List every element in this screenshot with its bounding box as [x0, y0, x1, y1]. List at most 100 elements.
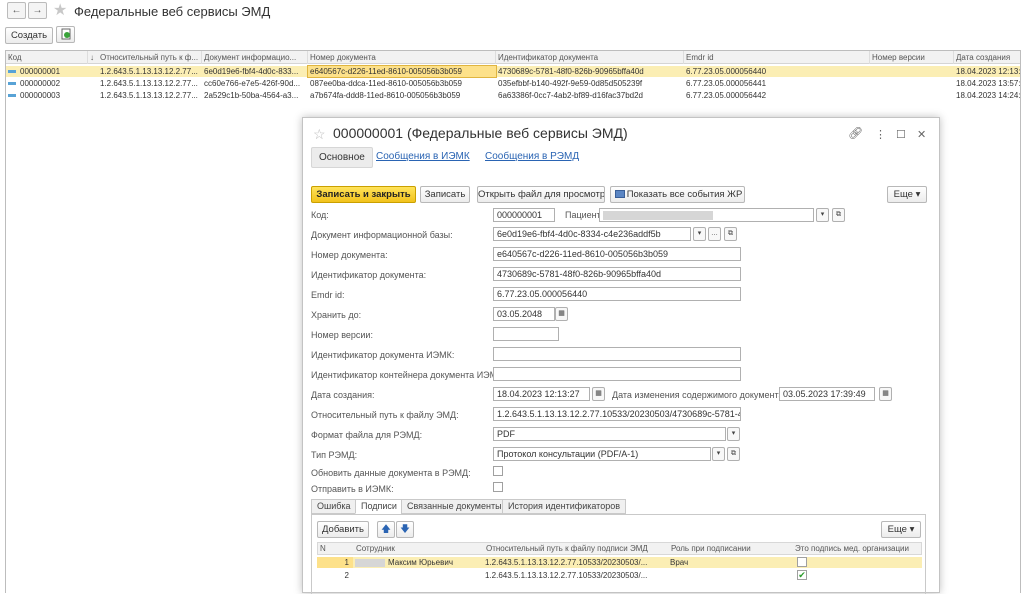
table-row[interactable]: 000000001 1.2.643.5.1.13.13.12.2.77... 6…: [6, 65, 1020, 78]
forward-button[interactable]: →: [28, 2, 47, 19]
remd-type-label: Тип РЭМД:: [311, 450, 358, 460]
link-icon[interactable]: 🔗︎: [848, 126, 863, 140]
col-ident[interactable]: Идентификатор документа: [496, 51, 684, 64]
focused-cell[interactable]: e640567c-d226-11ed-8610-005056b3b059: [307, 65, 497, 78]
save-close-button[interactable]: Записать и закрыть: [311, 186, 416, 203]
version-field[interactable]: [493, 327, 559, 341]
element-icon: [8, 94, 16, 98]
sort-arrow-icon[interactable]: ↓: [88, 51, 98, 64]
col-emdr[interactable]: Emdr id: [684, 51, 870, 64]
file-format-dropdown[interactable]: ▾: [727, 427, 740, 441]
rel-path-label: Относительный путь к файлу ЭМД:: [311, 410, 459, 420]
calendar-icon[interactable]: ▦: [879, 387, 892, 401]
more-menu-icon[interactable]: ⋮: [875, 128, 886, 141]
patient-field[interactable]: [599, 208, 814, 222]
doc-number-field[interactable]: e640567c-d226-11ed-8610-005056b3b059: [493, 247, 741, 261]
patient-dropdown-button[interactable]: ▾: [816, 208, 829, 222]
more-button[interactable]: Еще ▾: [887, 186, 927, 203]
move-down-icon[interactable]: 🡇: [396, 521, 414, 538]
remd-type-open-icon[interactable]: ⧉: [727, 447, 740, 461]
create-button[interactable]: Создать: [5, 27, 53, 44]
list-header: Код ↓ Относительный путь к ф... Документ…: [6, 51, 1020, 64]
doc-number-label: Номер документа:: [311, 250, 388, 260]
created-label: Дата создания:: [311, 390, 375, 400]
code-field[interactable]: 000000001: [493, 208, 555, 222]
doc-id-field[interactable]: 4730689c-5781-48f0-826b-90965bffa40d: [493, 267, 741, 281]
update-remd-checkbox[interactable]: [493, 466, 503, 476]
event-log-icon: [615, 190, 625, 198]
infobase-doc-dropdown[interactable]: ▾: [693, 227, 706, 241]
update-remd-label: Обновить данные документа в РЭМД:: [311, 468, 471, 478]
doc-id-label: Идентификатор документа:: [311, 270, 427, 280]
keep-until-label: Хранить до:: [311, 310, 362, 320]
refresh-doc-icon: [61, 28, 70, 40]
tab-iemk-messages[interactable]: Сообщения в ИЭМК: [376, 151, 470, 162]
table-row[interactable]: 1 Максим Юрьевич 1.2.643.5.1.13.13.12.2.…: [317, 557, 922, 568]
move-up-icon[interactable]: 🡅: [377, 521, 395, 538]
infobase-doc-label: Документ информационной базы:: [311, 230, 453, 240]
table-row[interactable]: 000000003 1.2.643.5.1.13.13.12.2.77... 2…: [6, 90, 1020, 101]
modified-field[interactable]: 03.05.2023 17:39:49: [779, 387, 875, 401]
signatures-more-button[interactable]: Еще ▾: [881, 521, 921, 538]
refresh-button[interactable]: [56, 26, 75, 43]
infobase-doc-open-icon[interactable]: ⧉: [724, 227, 737, 241]
add-signature-button[interactable]: Добавить: [317, 521, 369, 538]
col-path[interactable]: Относительный путь к ф...: [98, 51, 202, 64]
signatures-panel: Добавить 🡅 🡇 Еще ▾ N Сотрудник Относител…: [311, 514, 926, 594]
close-icon[interactable]: ✕: [917, 128, 926, 141]
page-title: Федеральные веб сервисы ЭМД: [74, 4, 271, 19]
tab-signatures[interactable]: Подписи: [355, 499, 403, 514]
favorite-star-icon[interactable]: ☆: [313, 126, 326, 143]
infobase-doc-select[interactable]: …: [708, 227, 721, 241]
col-number[interactable]: Номер документа: [308, 51, 496, 64]
document-form-window: ☆ 000000001 (Федеральные веб сервисы ЭМД…: [302, 117, 940, 594]
emdr-id-label: Emdr id:: [311, 290, 345, 300]
file-format-field[interactable]: PDF: [493, 427, 726, 441]
calendar-icon[interactable]: ▦: [592, 387, 605, 401]
remd-type-field[interactable]: Протокол консультации (PDF/A-1): [493, 447, 711, 461]
col-version[interactable]: Номер версии: [870, 51, 954, 64]
tab-main[interactable]: Основное: [311, 147, 373, 168]
maximize-icon[interactable]: ☐: [896, 128, 906, 141]
table-row[interactable]: 000000002 1.2.643.5.1.13.13.12.2.77... c…: [6, 78, 1020, 89]
table-row[interactable]: 2 1.2.643.5.1.13.13.12.2.77.10533/202305…: [317, 570, 922, 581]
emdr-id-field[interactable]: 6.77.23.05.000056440: [493, 287, 741, 301]
code-label: Код:: [311, 210, 329, 220]
col-code[interactable]: Код: [6, 51, 88, 64]
tab-remd-messages[interactable]: Сообщения в РЭМД: [485, 151, 579, 162]
show-events-button[interactable]: Показать все события ЖР: [610, 186, 745, 203]
element-icon: [8, 70, 16, 74]
favorite-star-icon[interactable]: ★: [53, 3, 67, 19]
org-signature-checkbox-checked[interactable]: ✔: [797, 570, 807, 580]
remd-type-dropdown[interactable]: ▾: [712, 447, 725, 461]
open-file-button[interactable]: Открыть файл для просмотра: [477, 186, 605, 203]
signatures-header: N Сотрудник Относительный путь к файлу п…: [317, 542, 922, 555]
modified-label: Дата изменения содержимого документа:: [612, 390, 787, 400]
back-button[interactable]: ←: [7, 2, 26, 19]
tab-id-history[interactable]: История идентификаторов: [502, 499, 626, 514]
calendar-icon[interactable]: ▦: [555, 307, 568, 321]
rel-path-field[interactable]: 1.2.643.5.1.13.13.12.2.77.10533/20230503…: [493, 407, 741, 421]
keep-until-field[interactable]: 03.05.2048: [493, 307, 555, 321]
iemk-container-id-field[interactable]: [493, 367, 741, 381]
iemk-doc-id-field[interactable]: [493, 347, 741, 361]
patient-open-icon[interactable]: ⧉: [832, 208, 845, 222]
employee-blur: [355, 558, 385, 567]
patient-label: Пациент:: [565, 210, 604, 220]
send-iemk-label: Отправить в ИЭМК:: [311, 484, 394, 494]
tab-related-docs[interactable]: Связанные документы: [401, 499, 508, 514]
save-button[interactable]: Записать: [420, 186, 470, 203]
element-icon: [8, 82, 16, 86]
send-iemk-checkbox[interactable]: [493, 482, 503, 492]
tab-error[interactable]: Ошибка: [311, 499, 357, 514]
col-doc[interactable]: Документ информацио...: [202, 51, 308, 64]
created-field[interactable]: 18.04.2023 12:13:27: [493, 387, 590, 401]
iemk-container-id-label: Идентификатор контейнера документа ИЭМК:: [311, 370, 505, 380]
form-title: 000000001 (Федеральные веб сервисы ЭМД): [333, 125, 628, 141]
file-format-label: Формат файла для РЭМД:: [311, 430, 423, 440]
iemk-doc-id-label: Идентификатор документа ИЭМК:: [311, 350, 455, 360]
version-label: Номер версии:: [311, 330, 373, 340]
org-signature-checkbox[interactable]: [797, 557, 807, 567]
col-created[interactable]: Дата создания: [954, 51, 1020, 64]
infobase-doc-field[interactable]: 6e0d19e6-fbf4-4d0c-8334-c4e236addf5b: [493, 227, 691, 241]
